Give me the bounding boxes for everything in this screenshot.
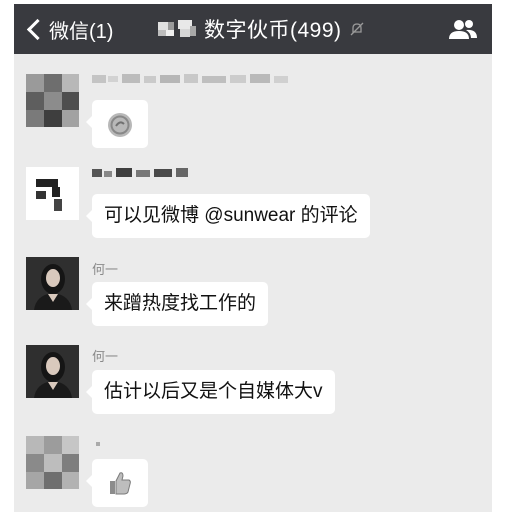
group-members-icon[interactable] <box>448 18 478 40</box>
message-bubble[interactable] <box>86 459 148 507</box>
message-text: 来蹭热度找工作的 <box>104 293 257 314</box>
avatar[interactable] <box>26 257 79 310</box>
coin-sticker-icon <box>108 113 132 137</box>
sender-name-mosaic <box>92 166 202 183</box>
chat-screen: 微信(1) 数字伙币(499) 可以见微博 @sunwear 的评论 何一 来蹭… <box>14 4 492 512</box>
avatar[interactable] <box>26 436 79 489</box>
mute-bell-icon <box>350 22 363 36</box>
group-name-mosaic <box>158 20 198 38</box>
avatar[interactable] <box>26 74 79 127</box>
back-label: 微信(1) <box>49 20 114 43</box>
message-text: 估计以后又是个自媒体大v <box>104 381 323 402</box>
sender-name-mosaic <box>92 437 112 454</box>
chat-title: 数字伙币(499) <box>204 19 342 42</box>
chat-title-area: 数字伙币(499) <box>158 16 364 42</box>
chevron-left-icon <box>26 18 49 40</box>
avatar[interactable] <box>26 167 79 220</box>
sender-name-mosaic <box>92 72 302 89</box>
message-bubble[interactable] <box>86 100 148 148</box>
avatar[interactable] <box>26 345 79 398</box>
back-button[interactable]: 微信(1) <box>24 16 114 43</box>
message-bubble[interactable]: 可以见微博 @sunwear 的评论 <box>86 194 370 238</box>
message-bubble[interactable]: 估计以后又是个自媒体大v <box>86 370 335 414</box>
message-bubble[interactable]: 来蹭热度找工作的 <box>85 282 269 326</box>
chat-header: 微信(1) 数字伙币(499) <box>14 4 492 54</box>
message-text: 可以见微博 @sunwear 的评论 <box>104 205 358 226</box>
thumbs-up-icon <box>110 472 131 495</box>
sender-name: 何一 <box>92 349 119 364</box>
sender-name: 何一 <box>92 262 119 277</box>
